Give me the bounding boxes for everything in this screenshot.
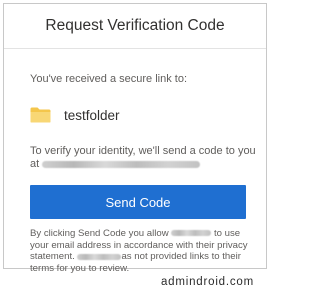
verify-text-line1: To verify your identity, we'll send a co…: [30, 145, 256, 157]
dialog-header: Request Verification Code: [4, 4, 266, 49]
verify-text: To verify your identity, we'll send a co…: [30, 145, 256, 171]
disclaimer-part1: By clicking Send Code you allow: [30, 228, 169, 239]
redacted-org-name: [171, 230, 212, 237]
disclaimer-text: By clicking Send Code you allow to use y…: [30, 228, 250, 274]
folder-name: testfolder: [64, 107, 120, 123]
watermark: admindroid.com: [160, 276, 254, 288]
send-code-button[interactable]: Send Code: [30, 185, 246, 219]
shared-item: testfolder: [30, 104, 266, 126]
folder-icon: [30, 107, 51, 123]
dialog-body: You've received a secure link to: testfo…: [4, 73, 266, 274]
redacted-email: [42, 160, 201, 168]
dialog-title: Request Verification Code: [45, 17, 225, 34]
redacted-org-name-2: [77, 253, 122, 260]
intro-text: You've received a secure link to:: [30, 73, 188, 85]
verification-dialog: Request Verification Code You've receive…: [3, 3, 267, 274]
verify-text-prefix: at: [30, 158, 40, 170]
